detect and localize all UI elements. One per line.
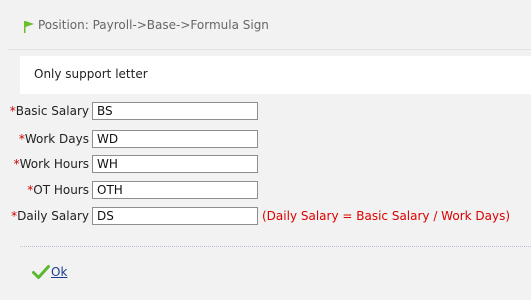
work-hours-label: *Work Hours <box>13 157 89 171</box>
breadcrumb-text: Position: Payroll->Base->Formula Sign <box>38 18 269 32</box>
notice-box: Only support letter <box>20 56 531 94</box>
ot-hours-input[interactable] <box>92 181 258 199</box>
daily-salary-input[interactable] <box>92 207 258 225</box>
daily-salary-label: *Daily Salary <box>11 209 89 223</box>
ok-label: Ok <box>51 265 68 279</box>
formula-sign-page: Position: Payroll->Base->Formula Sign On… <box>0 0 531 300</box>
form-row-daily-salary: *Daily Salary (Daily Salary = Basic Sala… <box>0 207 531 227</box>
flag-icon <box>24 21 34 33</box>
divider <box>20 246 531 247</box>
daily-salary-formula-hint: (Daily Salary = Basic Salary / Work Days… <box>262 209 511 223</box>
form-row-work-days: *Work Days <box>0 130 531 150</box>
check-icon <box>32 265 50 279</box>
form-row-work-hours: *Work Hours <box>0 155 531 175</box>
breadcrumb: Position: Payroll->Base->Formula Sign <box>8 0 531 50</box>
form-row-ot-hours: *OT Hours <box>0 181 531 201</box>
work-days-input[interactable] <box>92 130 258 148</box>
work-hours-input[interactable] <box>92 155 258 173</box>
form-row-basic-salary: *Basic Salary <box>0 102 531 122</box>
ot-hours-label: *OT Hours <box>27 183 89 197</box>
notice-text: Only support letter <box>34 67 148 81</box>
work-days-label: *Work Days <box>18 132 89 146</box>
ok-button[interactable]: Ok <box>32 262 67 282</box>
basic-salary-input[interactable] <box>92 102 258 120</box>
basic-salary-label: *Basic Salary <box>9 104 89 118</box>
